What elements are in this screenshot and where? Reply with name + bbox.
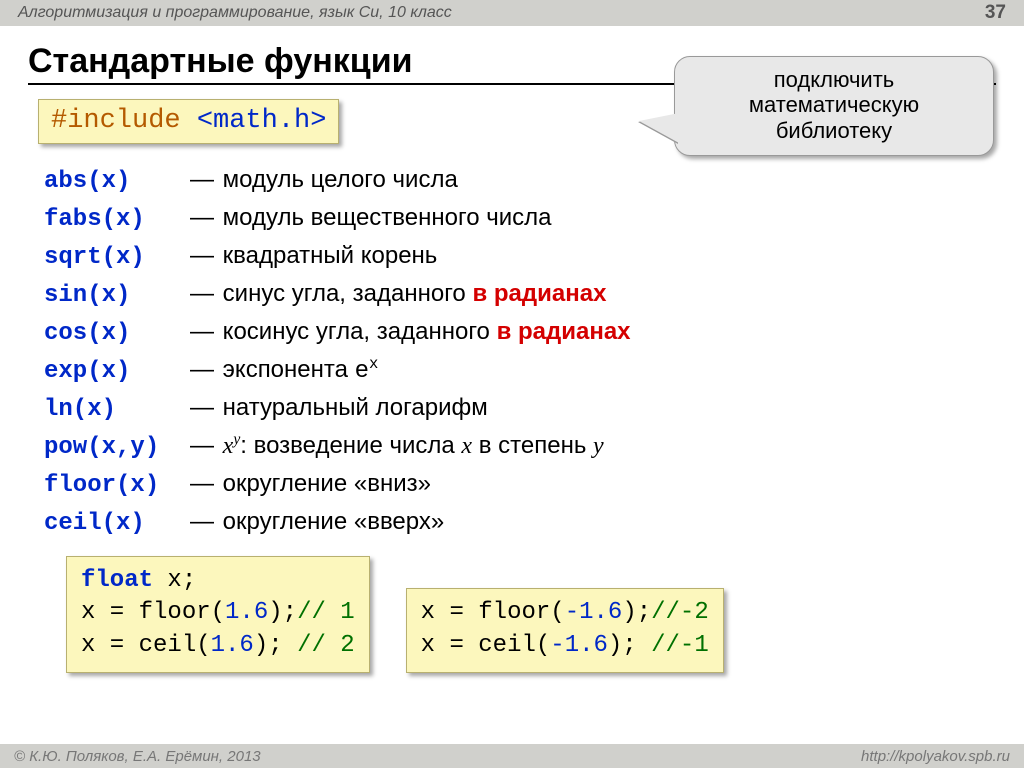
- function-signature: floor(x): [44, 468, 188, 504]
- function-row: ln(x)— натуральный логарифм: [44, 390, 1024, 428]
- dash-separator: —: [188, 200, 216, 236]
- mono-exponent: x: [369, 355, 378, 373]
- code-token: x = floor(: [421, 599, 565, 626]
- dash-separator: —: [188, 466, 216, 502]
- code-token: float: [81, 567, 153, 594]
- topbar: Алгоритмизация и программирование, язык …: [0, 0, 1024, 26]
- copyright: © К.Ю. Поляков, Е.А. Ерёмин, 2013: [14, 748, 261, 765]
- code-box-right: x = floor(-1.6);//-2 x = ceil(-1.6); //-…: [406, 588, 724, 673]
- callout-tail-icon: [639, 113, 679, 143]
- code-token: );: [622, 599, 651, 626]
- include-header: <math.h>: [197, 106, 327, 136]
- function-row: floor(x)— округление «вниз»: [44, 466, 1024, 504]
- function-signature: ln(x): [44, 392, 188, 428]
- function-list: abs(x)— модуль целого числаfabs(x)— моду…: [44, 162, 1024, 542]
- callout-line1: подключить: [695, 67, 973, 92]
- math-exponent: y: [233, 431, 240, 448]
- function-signature: exp(x): [44, 354, 188, 390]
- code-examples: float x; x = floor(1.6);// 1 x = ceil(1.…: [66, 556, 1024, 673]
- function-signature: sin(x): [44, 278, 188, 314]
- footer: © К.Ю. Поляков, Е.А. Ерёмин, 2013 http:/…: [0, 744, 1024, 768]
- code-token: 1.6: [211, 632, 254, 659]
- code-token: );: [608, 632, 651, 659]
- function-row: ceil(x)— округление «вверх»: [44, 504, 1024, 542]
- footer-url: http://kpolyakov.spb.ru: [861, 748, 1010, 765]
- function-row: exp(x)— экспонента ex: [44, 352, 1024, 390]
- dash-separator: —: [188, 238, 216, 274]
- function-signature: fabs(x): [44, 202, 188, 238]
- function-signature: abs(x): [44, 164, 188, 200]
- dash-separator: —: [188, 428, 216, 464]
- function-row: pow(x,y)— xy: возведение числа x в степе…: [44, 428, 1024, 466]
- code-token: //-2: [651, 599, 709, 626]
- include-keyword: #include: [51, 106, 181, 136]
- dash-separator: —: [188, 352, 216, 388]
- code-token: // 2: [297, 632, 355, 659]
- function-row: cos(x)— косинус угла, заданного в радиан…: [44, 314, 1024, 352]
- callout-bubble: подключить математическую библиотеку: [674, 56, 994, 156]
- code-token: 1.6: [225, 599, 268, 626]
- function-signature: sqrt(x): [44, 240, 188, 276]
- code-box-left: float x; x = floor(1.6);// 1 x = ceil(1.…: [66, 556, 370, 673]
- highlight-text: в радианах: [497, 318, 631, 345]
- mono-base: e: [355, 358, 369, 385]
- page-number: 37: [985, 2, 1006, 24]
- dash-separator: —: [188, 390, 216, 426]
- math-var: x: [461, 433, 472, 459]
- code-token: x = ceil(: [421, 632, 551, 659]
- callout-line3: библиотеку: [695, 118, 973, 143]
- function-row: sin(x)— синус угла, заданного в радианах: [44, 276, 1024, 314]
- code-token: x;: [153, 567, 196, 594]
- dash-separator: —: [188, 504, 216, 540]
- course-label: Алгоритмизация и программирование, язык …: [18, 4, 452, 22]
- code-token: );: [268, 599, 297, 626]
- code-token: x = floor(: [81, 599, 225, 626]
- function-row: sqrt(x)— квадратный корень: [44, 238, 1024, 276]
- function-row: abs(x)— модуль целого числа: [44, 162, 1024, 200]
- code-token: //-1: [651, 632, 709, 659]
- highlight-text: в радианах: [472, 280, 606, 307]
- dash-separator: —: [188, 162, 216, 198]
- code-token: // 1: [297, 599, 355, 626]
- callout-line2: математическую: [695, 92, 973, 117]
- math-var: y: [593, 433, 604, 459]
- include-directive-box: #include <math.h>: [38, 99, 339, 144]
- function-signature: pow(x,y): [44, 430, 188, 466]
- code-token: x = ceil(: [81, 632, 211, 659]
- math-var: x: [223, 433, 234, 459]
- function-row: fabs(x)— модуль вещественного числа: [44, 200, 1024, 238]
- function-signature: cos(x): [44, 316, 188, 352]
- code-token: );: [254, 632, 297, 659]
- function-signature: ceil(x): [44, 506, 188, 542]
- dash-separator: —: [188, 314, 216, 350]
- dash-separator: —: [188, 276, 216, 312]
- code-token: -1.6: [550, 632, 608, 659]
- code-token: -1.6: [565, 599, 623, 626]
